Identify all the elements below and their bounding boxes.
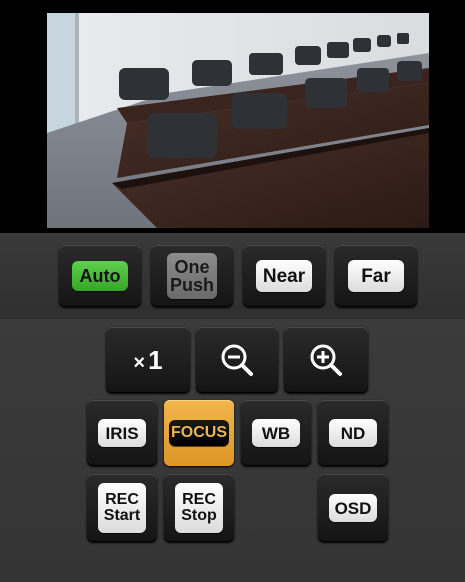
conference-room-image	[47, 13, 429, 228]
wb-label: WB	[252, 419, 300, 447]
auto-focus-button[interactable]: Auto	[59, 245, 141, 307]
iris-label: IRIS	[98, 419, 146, 447]
focus-far-button[interactable]: Far	[335, 245, 417, 307]
osd-label: OSD	[329, 494, 377, 522]
rec-stop-line-2: Stop	[181, 507, 217, 524]
focus-control-bar: Auto One Push Near Far	[0, 233, 465, 319]
one-push-focus-button[interactable]: One Push	[151, 245, 233, 307]
rec-start-label: REC Start	[98, 483, 146, 533]
zoom-out-button[interactable]	[196, 327, 278, 393]
iris-button[interactable]: IRIS	[87, 400, 157, 466]
zoom-multiplier-button[interactable]: × 1	[106, 327, 190, 393]
rec-stop-button[interactable]: REC Stop	[164, 474, 234, 542]
focus-near-button[interactable]: Near	[243, 245, 325, 307]
one-push-label: One Push	[167, 253, 217, 299]
near-label: Near	[256, 260, 312, 292]
zoom-in-icon	[310, 344, 342, 376]
rec-start-button[interactable]: REC Start	[87, 474, 157, 542]
focus-label: FOCUS	[169, 420, 229, 446]
rec-start-line-2: Start	[103, 507, 141, 524]
far-label: Far	[348, 260, 404, 292]
camera-preview	[47, 13, 429, 228]
osd-button[interactable]: OSD	[318, 474, 388, 542]
focus-mode-button[interactable]: FOCUS	[164, 400, 234, 466]
wb-button[interactable]: WB	[241, 400, 311, 466]
rec-stop-label: REC Stop	[175, 483, 223, 533]
video-area	[0, 0, 465, 233]
zoom-in-button[interactable]	[284, 327, 368, 393]
rec-stop-line-1: REC	[182, 491, 216, 508]
control-panel: × 1 IRIS FOCUS WB ND REC Start REC Stop …	[0, 319, 465, 582]
one-push-line-1: One	[174, 257, 210, 277]
nd-label: ND	[329, 419, 377, 447]
zoom-multiplier: × 1	[133, 344, 163, 375]
one-push-line-2: Push	[169, 275, 214, 295]
zoom-out-icon	[221, 344, 253, 376]
auto-label: Auto	[72, 261, 128, 291]
nd-button[interactable]: ND	[318, 400, 388, 466]
rec-start-line-1: REC	[105, 491, 139, 508]
